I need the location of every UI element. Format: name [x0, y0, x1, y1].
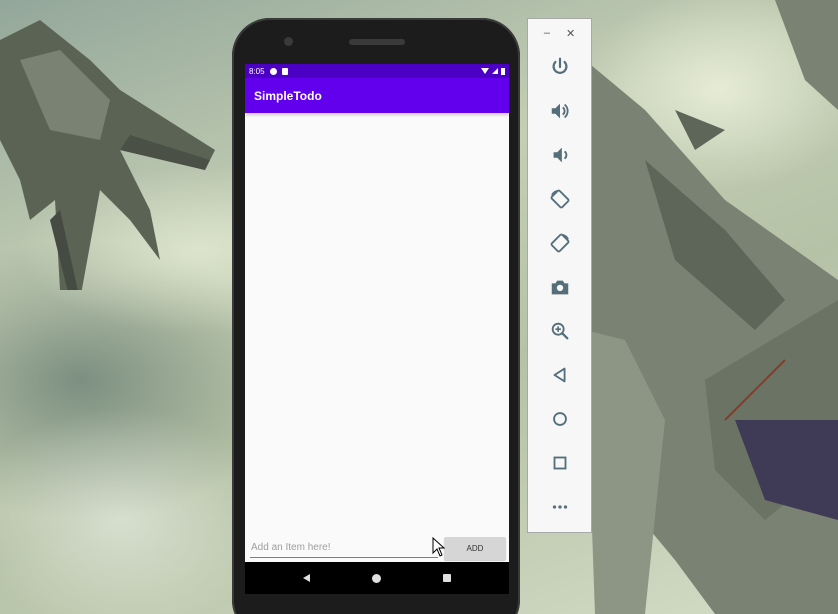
- notification-icon: [269, 67, 277, 75]
- add-button[interactable]: ADD: [444, 536, 506, 560]
- sd-card-icon: [281, 67, 288, 75]
- app-bar: SimpleTodo: [245, 78, 509, 113]
- rotate-right-icon[interactable]: [544, 227, 576, 259]
- close-icon[interactable]: ✕: [566, 27, 575, 40]
- add-item-row: ADD: [250, 536, 506, 560]
- signal-icon: [492, 68, 498, 74]
- nav-recents-icon[interactable]: [443, 574, 451, 582]
- app-title: SimpleTodo: [254, 88, 322, 103]
- navigation-bar: [245, 562, 509, 594]
- zoom-icon[interactable]: [544, 315, 576, 347]
- status-time: 8:05: [249, 66, 265, 76]
- minimize-icon[interactable]: –: [544, 27, 550, 39]
- more-icon[interactable]: [544, 491, 576, 523]
- volume-up-icon[interactable]: [544, 95, 576, 127]
- overview-icon[interactable]: [544, 447, 576, 479]
- nav-home-icon[interactable]: [372, 573, 381, 583]
- volume-down-icon[interactable]: [544, 139, 576, 171]
- home-icon[interactable]: [544, 403, 576, 435]
- phone-screen: 8:05 SimpleTodo ADD: [245, 64, 509, 594]
- battery-icon: [501, 67, 505, 75]
- status-bar: 8:05: [245, 64, 509, 78]
- speaker-grille: [349, 39, 405, 45]
- todo-list[interactable]: [245, 113, 509, 533]
- fighter-jet-right-image: [585, 0, 838, 614]
- nav-back-icon[interactable]: [303, 574, 310, 582]
- fighter-jet-left-image: [0, 20, 215, 290]
- add-item-input[interactable]: [250, 538, 438, 558]
- mouse-cursor-icon: [432, 537, 446, 557]
- front-camera: [284, 37, 293, 46]
- power-icon[interactable]: [544, 51, 576, 83]
- rotate-left-icon[interactable]: [544, 183, 576, 215]
- toolbar-window-controls: – ✕: [528, 19, 591, 47]
- back-icon[interactable]: [544, 359, 576, 391]
- wifi-icon: [481, 68, 489, 74]
- camera-icon[interactable]: [544, 271, 576, 303]
- emulator-toolbar: – ✕: [527, 18, 592, 533]
